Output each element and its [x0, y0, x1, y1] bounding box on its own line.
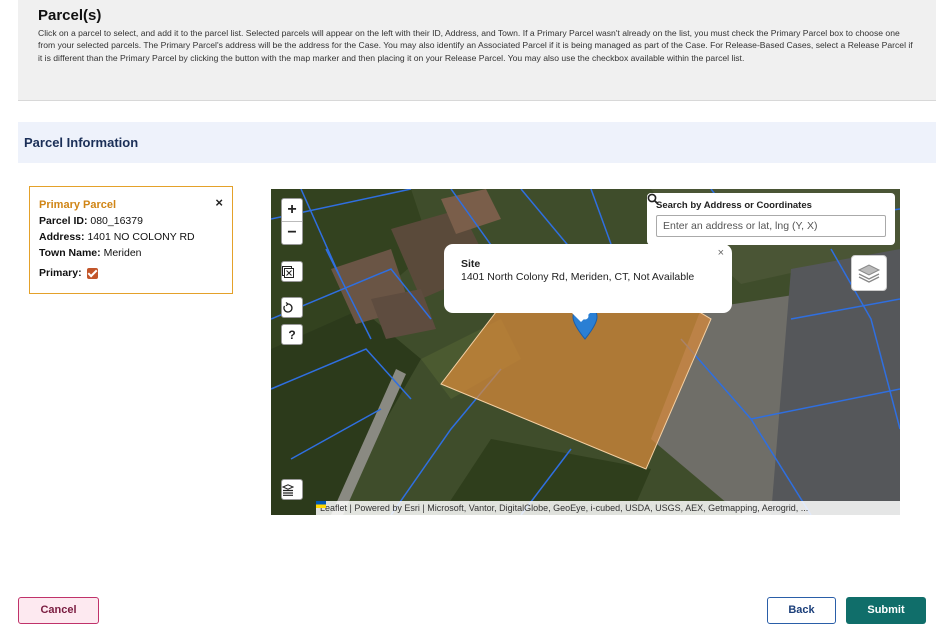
primary-label: Primary: [39, 267, 82, 279]
parcel-address-value: 1401 NO COLONY RD [87, 231, 195, 243]
site-popup: × Site 1401 North Colony Rd, Meriden, CT… [444, 244, 732, 313]
remove-parcel-close-icon[interactable]: × [215, 195, 223, 211]
layers-list-icon [282, 484, 294, 496]
refresh-icon [283, 302, 293, 313]
parcel-id-row: Parcel ID: 080_16379 [39, 213, 232, 229]
help-button[interactable]: ? [281, 324, 303, 345]
legend-button[interactable] [281, 479, 303, 500]
map-attribution: Leaflet | Powered by Esri | Microsoft, V… [316, 501, 900, 515]
popup-address: 1401 North Colony Rd, Meriden, CT, Not A… [461, 271, 695, 283]
cancel-button[interactable]: Cancel [18, 597, 99, 624]
basemap-layers-button[interactable] [851, 255, 887, 291]
popup-tip [571, 312, 591, 322]
primary-checkbox[interactable] [86, 267, 98, 279]
layers-icon [857, 264, 881, 283]
zoom-out-button[interactable]: − [282, 221, 302, 244]
clear-selection-icon [282, 266, 294, 278]
popup-title: Site [461, 258, 481, 270]
popup-close-icon[interactable]: × [718, 247, 724, 260]
address-search-input[interactable] [657, 217, 863, 235]
primary-row: Primary: [39, 265, 232, 281]
attribution-text: Leaflet | Powered by Esri | Microsoft, V… [320, 503, 809, 513]
parcel-address-row: Address: 1401 NO COLONY RD [39, 229, 232, 245]
ukraine-flag-icon [316, 501, 326, 508]
address-search-panel: Search by Address or Coordinates [647, 193, 895, 245]
parcel-id-label: Parcel ID: [39, 215, 88, 227]
page-title: Parcel(s) [38, 7, 102, 24]
back-button[interactable]: Back [767, 597, 836, 624]
search-label: Search by Address or Coordinates [656, 200, 812, 211]
reset-view-button[interactable] [281, 297, 303, 318]
parcel-town-row: Town Name: Meriden [39, 245, 232, 261]
parcel-card-title: Primary Parcel [39, 199, 117, 211]
parcel-town-label: Town Name: [39, 247, 101, 259]
zoom-in-button[interactable]: + [282, 199, 302, 221]
parcel-map[interactable]: + − ? Search by Address or Coordinates E… [271, 189, 900, 515]
parcel-id-value: 080_16379 [90, 215, 143, 227]
search-field [647, 193, 886, 237]
divider [18, 100, 936, 101]
parcel-address-label: Address: [39, 231, 85, 243]
section-header: Parcel Information [18, 122, 936, 163]
instructions-text: Click on a parcel to select, and add it … [38, 28, 913, 63]
instructions-panel: Parcel(s) Click on a parcel to select, a… [18, 0, 936, 100]
parcel-town-value: Meriden [103, 247, 142, 259]
submit-button[interactable]: Submit [846, 597, 926, 624]
section-title: Parcel Information [24, 135, 139, 150]
zoom-control: + − [281, 198, 303, 245]
clear-selection-button[interactable] [281, 261, 303, 282]
parcel-card[interactable]: Primary Parcel × Parcel ID: 080_16379 Ad… [29, 186, 233, 294]
